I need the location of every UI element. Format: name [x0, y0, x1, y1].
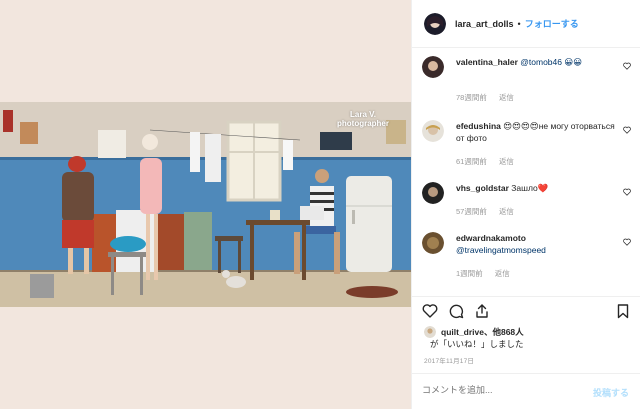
comment-text[interactable]: @travelingatmomspeed [456, 244, 616, 256]
add-comment-input[interactable] [422, 385, 572, 395]
kitchen-scene-image [0, 102, 411, 307]
follow-button[interactable]: フォローする [525, 17, 579, 30]
comment-time[interactable]: 61週間前 [456, 157, 487, 166]
reply-button[interactable]: 返信 [499, 157, 514, 166]
comment-username[interactable]: efedushina [456, 121, 501, 131]
comment-text: Зашло❤️ [511, 183, 549, 193]
bookmark-icon[interactable] [615, 303, 631, 319]
comment-time[interactable]: 78週間前 [456, 93, 487, 102]
comment-avatar[interactable] [422, 232, 444, 254]
liker-avatar[interactable] [424, 326, 436, 338]
author-username[interactable]: lara_art_dolls [455, 19, 514, 29]
comment-meta: 57週間前 返信 [456, 206, 524, 217]
comment-username[interactable]: vhs_goldstar [456, 183, 509, 193]
like-comment-icon[interactable] [623, 238, 631, 246]
comment-time[interactable]: 1週間前 [456, 269, 483, 278]
add-comment-bar: 投稿する [412, 373, 640, 409]
watermark-line-2: photographer [337, 119, 389, 128]
likes-caption: が「いいね！」しました [430, 339, 524, 349]
post-photo[interactable]: Lara V. photographer [0, 102, 411, 307]
comment-avatar[interactable] [422, 56, 444, 78]
author-avatar[interactable] [424, 12, 446, 35]
media-area: Lara V. photographer [0, 0, 411, 409]
reply-button[interactable]: 返信 [499, 207, 514, 216]
comment-body: efedushina 😍😍😍😍не могу оторваться от фот… [456, 120, 616, 144]
post-comment-button[interactable]: 投稿する [593, 386, 629, 399]
comment-meta: 61週間前 返信 [456, 156, 524, 167]
post-actions-bar [412, 296, 640, 324]
comment-body: edwardnakamoto @travelingatmomspeed [456, 232, 616, 256]
post-header: lara_art_dolls • フォローする [412, 0, 640, 48]
like-heart-icon[interactable] [422, 303, 438, 319]
header-separator: • [517, 18, 521, 29]
post-viewer: Lara V. photographer lara_art_dolls • フォ… [0, 0, 640, 409]
like-comment-icon[interactable] [623, 126, 631, 134]
comment-avatar[interactable] [422, 182, 444, 204]
like-comment-icon[interactable] [623, 188, 631, 196]
comment-username[interactable]: edwardnakamoto [456, 232, 616, 244]
comment-body: vhs_goldstar Зашло❤️ [456, 182, 616, 194]
comments-list[interactable]: valentina_haler @tomob46 😀😀 78週間前 返信 efe… [412, 48, 640, 296]
reply-button[interactable]: 返信 [495, 269, 510, 278]
comment-meta: 1週間前 返信 [456, 268, 520, 279]
share-icon[interactable] [474, 303, 490, 319]
post-date[interactable]: 2017年11月17日 [424, 355, 474, 365]
watermark-line-1: Lara V. [350, 110, 376, 119]
comment-bubble-icon[interactable] [448, 303, 464, 319]
likes-count-link[interactable]: quilt_drive、他868人 [441, 326, 524, 338]
reply-button[interactable]: 返信 [499, 93, 514, 102]
photo-watermark: Lara V. photographer [337, 110, 389, 128]
comment-username[interactable]: valentina_haler [456, 57, 518, 67]
like-comment-icon[interactable] [623, 62, 631, 70]
comment-avatar[interactable] [422, 120, 444, 142]
post-details-panel: lara_art_dolls • フォローする valentina_haler … [411, 0, 640, 409]
comment-body: valentina_haler @tomob46 😀😀 [456, 56, 616, 68]
comment-meta: 78週間前 返信 [456, 92, 524, 103]
comment-time[interactable]: 57週間前 [456, 207, 487, 216]
comment-text: @tomob46 😀😀 [520, 57, 583, 67]
